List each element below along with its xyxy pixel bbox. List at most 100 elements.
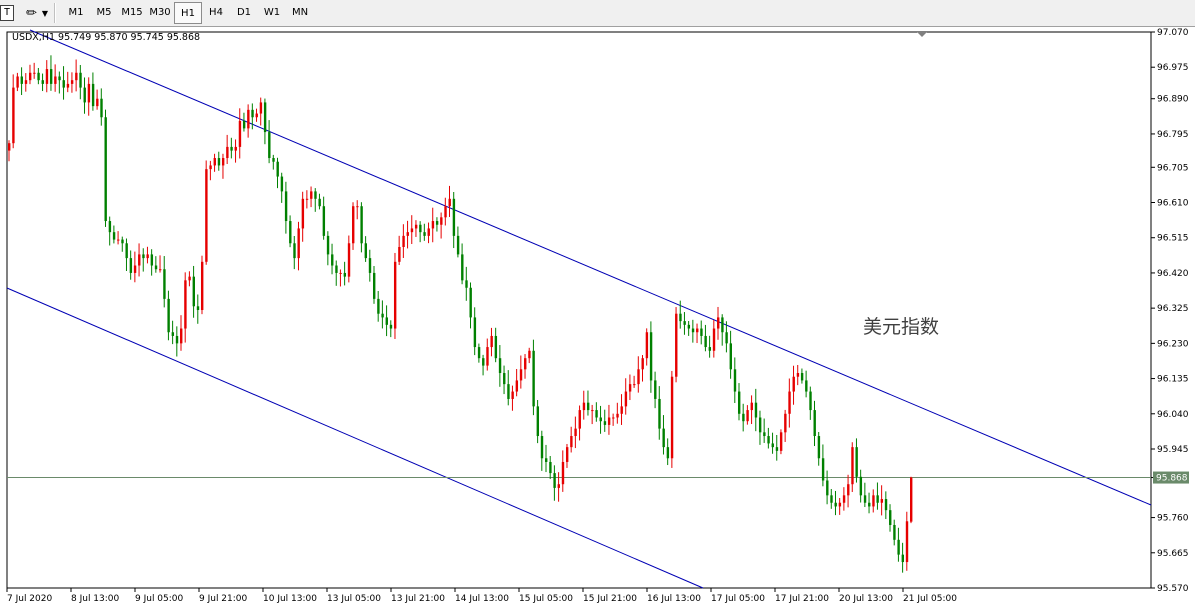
candle-body bbox=[117, 239, 120, 241]
candle-body bbox=[868, 502, 871, 507]
candle-body bbox=[817, 436, 821, 459]
candle-body bbox=[364, 243, 368, 259]
candle-body bbox=[486, 347, 489, 366]
candle-body bbox=[205, 169, 208, 262]
plot-frame bbox=[6, 31, 1152, 589]
timeframe-button-h4[interactable]: H4 bbox=[202, 2, 230, 24]
candle-body bbox=[624, 391, 628, 407]
candle-body bbox=[524, 358, 527, 370]
x-axis-label: 21 Jul 05:00 bbox=[903, 594, 957, 604]
timeframe-button-w1[interactable]: W1 bbox=[258, 2, 286, 24]
candle-body bbox=[557, 484, 560, 488]
candle-body bbox=[356, 206, 359, 208]
candle-body bbox=[683, 321, 686, 325]
timeframe-buttons: M1 M5 M15 M30 H1 H4 D1 W1 MN bbox=[62, 2, 314, 24]
candle-body bbox=[24, 80, 28, 84]
x-axis-label: 9 Jul 21:00 bbox=[199, 594, 248, 604]
candle-body bbox=[578, 410, 581, 429]
candle-body bbox=[54, 76, 57, 84]
x-axis-label: 15 Jul 05:00 bbox=[519, 594, 573, 604]
candle-body bbox=[675, 313, 678, 377]
candle-body bbox=[335, 265, 338, 273]
timeframe-button-m30[interactable]: M30 bbox=[146, 2, 174, 24]
x-axis-label: 17 Jul 05:00 bbox=[711, 594, 765, 604]
text-tool-icon[interactable]: T bbox=[0, 5, 14, 21]
shift-marker-icon[interactable] bbox=[917, 32, 927, 37]
toolbar-tools: T ✏ ▼ bbox=[0, 3, 57, 23]
candle-body bbox=[779, 432, 783, 451]
x-axis-label: 9 Jul 05:00 bbox=[135, 594, 184, 604]
candle-body bbox=[792, 376, 795, 392]
candle-body bbox=[893, 524, 896, 540]
candle-body bbox=[704, 335, 707, 348]
channel-upper-line[interactable] bbox=[29, 29, 1152, 506]
candle-body bbox=[477, 347, 481, 359]
channel-lower-line[interactable] bbox=[6, 287, 704, 589]
candle-body bbox=[305, 198, 309, 200]
candle-body bbox=[859, 476, 863, 496]
timeframe-button-d1[interactable]: D1 bbox=[230, 2, 258, 24]
candle-body bbox=[528, 350, 531, 359]
candle-body bbox=[641, 358, 644, 370]
candle-body bbox=[297, 228, 300, 259]
candle-body bbox=[167, 298, 170, 333]
candle-body bbox=[125, 243, 128, 259]
candle-body bbox=[905, 521, 909, 563]
candle-body bbox=[700, 328, 703, 336]
candle-body bbox=[175, 335, 179, 344]
candle-body bbox=[679, 313, 682, 322]
candle-body bbox=[708, 347, 712, 351]
y-axis-label: 96.515 bbox=[1157, 234, 1189, 244]
candle-body bbox=[314, 191, 317, 199]
candle-body bbox=[440, 217, 443, 225]
candle-body bbox=[549, 461, 552, 474]
candle-body bbox=[842, 495, 846, 503]
y-axis-label: 96.890 bbox=[1157, 95, 1189, 105]
candle-body bbox=[897, 539, 900, 555]
candle-body bbox=[503, 373, 506, 385]
timeframe-button-m1[interactable]: M1 bbox=[62, 2, 90, 24]
candle-body bbox=[213, 158, 216, 166]
candle-body bbox=[66, 83, 70, 88]
timeframe-button-mn[interactable]: MN bbox=[286, 2, 314, 24]
candle-body bbox=[545, 458, 548, 462]
candle-body bbox=[200, 261, 204, 310]
candle-body bbox=[280, 176, 284, 192]
candle-body bbox=[586, 402, 590, 411]
candle-body bbox=[540, 436, 544, 459]
candle-body bbox=[133, 265, 137, 273]
toolbar-divider bbox=[54, 3, 57, 23]
candle-body bbox=[146, 254, 149, 259]
candle-body bbox=[70, 80, 74, 84]
dropdown-arrow-icon: ▼ bbox=[41, 8, 49, 18]
candle-body bbox=[448, 198, 451, 207]
chart-area[interactable]: 97.070 96.975 96.890 96.795 96.705 96.610 96.5… bbox=[0, 27, 1195, 613]
timeframe-button-h1[interactable]: H1 bbox=[174, 2, 202, 24]
candle-body bbox=[880, 499, 884, 503]
candle-body bbox=[876, 495, 879, 503]
x-axis-label: 17 Jul 21:00 bbox=[775, 594, 829, 604]
draw-tool-dropdown[interactable]: ✏ ▼ bbox=[26, 3, 48, 23]
candle-body bbox=[633, 384, 636, 386]
y-axis-label: 96.705 bbox=[1157, 163, 1189, 173]
candle-body bbox=[79, 72, 82, 88]
candle-body bbox=[847, 484, 850, 496]
candle-body bbox=[595, 410, 598, 418]
candle-body bbox=[628, 384, 632, 392]
candle-body bbox=[41, 80, 44, 84]
candle-body bbox=[419, 224, 422, 233]
y-axis-label: 95.760 bbox=[1157, 514, 1189, 524]
candle-body bbox=[670, 376, 674, 459]
candle-body bbox=[393, 261, 397, 329]
candle-body bbox=[37, 72, 40, 81]
y-axis-label: 96.420 bbox=[1157, 269, 1189, 279]
timeframe-button-m5[interactable]: M5 bbox=[90, 2, 118, 24]
timeframe-button-m15[interactable]: M15 bbox=[118, 2, 146, 24]
candle-body bbox=[536, 406, 540, 437]
candle-body bbox=[326, 235, 330, 255]
price-chart[interactable]: 97.070 96.975 96.890 96.795 96.705 96.610 96.5… bbox=[0, 27, 1195, 613]
candle-body bbox=[230, 146, 233, 151]
x-axis-label: 16 Jul 13:00 bbox=[647, 594, 701, 604]
candle-body bbox=[435, 221, 439, 225]
candle-body bbox=[427, 228, 430, 236]
